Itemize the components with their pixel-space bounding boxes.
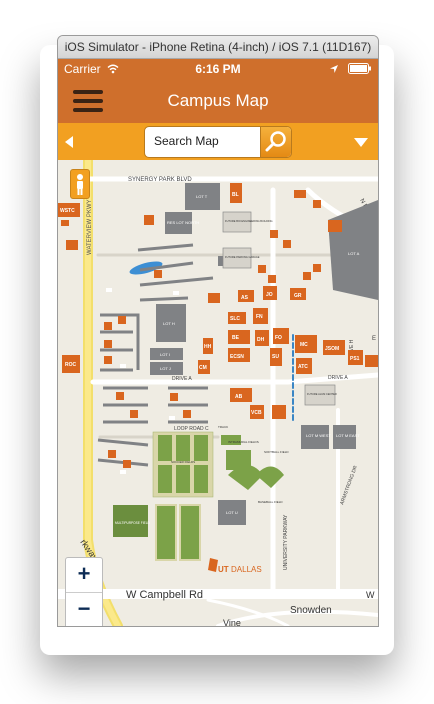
- street-view-pegman-icon[interactable]: [70, 169, 90, 199]
- bldg-dh: DH: [257, 337, 265, 343]
- bldg-atc: ATC: [298, 364, 308, 370]
- campus-map[interactable]: SYNERGY PARK BLVD WATERVIEW PKWY W Campb…: [58, 160, 378, 626]
- future-buildings: [222, 211, 336, 406]
- road-label-e: E: [372, 336, 376, 342]
- search-box: [144, 126, 292, 158]
- logo-dallas: DALLAS: [231, 565, 262, 574]
- dropdown-arrow-icon[interactable]: [354, 138, 368, 147]
- search-button[interactable]: [260, 127, 291, 157]
- lot-u-label: LOT U: [226, 510, 238, 515]
- bldg-ps1: PS1: [350, 356, 360, 362]
- bldg-ecsn: ECSN: [230, 354, 244, 360]
- road-label-drive-a2: DRIVE A: [328, 375, 348, 381]
- magnifier-icon: [265, 131, 286, 152]
- res-lot-north-label: RES LOT NORTH: [167, 220, 199, 225]
- lot-j-label: LOT J: [160, 366, 171, 371]
- bldg-jsom: JSOM: [325, 346, 339, 352]
- bldg-cm: CM: [199, 365, 207, 371]
- ut-dallas-logo: UT DALLAS: [208, 558, 262, 574]
- softball-label: SOFTBALL FIELD: [264, 450, 289, 454]
- battery-icon: [348, 63, 371, 74]
- lot-h-label: LOT H: [163, 321, 175, 326]
- road-label-w: W: [366, 590, 375, 600]
- nav-bar: Campus Map: [58, 79, 378, 123]
- road-label-armstrong: ARMSTRONG DR: [339, 465, 359, 506]
- zoom-control: + −: [65, 557, 103, 626]
- bldg-ab: AB: [235, 394, 243, 400]
- road-label-univ-pkwy: UNIVERSITY PARKWAY: [283, 514, 289, 570]
- window-title: iOS Simulator - iPhone Retina (4-inch) /…: [58, 36, 378, 59]
- bldg-hh: HH: [204, 344, 212, 350]
- location-arrow-icon: [329, 65, 338, 73]
- page-title: Campus Map: [167, 91, 269, 110]
- soccer-label: SOCCER FIELDS: [171, 460, 195, 464]
- multipurpose-label: MULTIPURPOSE FIELD: [115, 521, 151, 525]
- person-icon: [77, 174, 83, 195]
- road-label-vine: Vine: [223, 618, 241, 626]
- bldg-jo: JO: [266, 292, 273, 298]
- bldg-slc: SLC: [230, 316, 240, 322]
- logo-ut: UT: [218, 565, 229, 574]
- simulator-window: iOS Simulator - iPhone Retina (4-inch) /…: [57, 35, 379, 627]
- road-label-waterview: WATERVIEW PKWY: [87, 199, 93, 255]
- bldg-gr: GR: [294, 293, 302, 299]
- bldg-wstc: WSTC: [60, 208, 75, 214]
- road-label-campbell: W Campbell Rd: [126, 589, 203, 601]
- road-label-snowden: Snowden: [290, 605, 332, 616]
- lot-i-label: LOT I: [160, 352, 170, 357]
- bldg-roc: ROC: [65, 362, 77, 368]
- lot-a-label: LOT A: [348, 251, 360, 256]
- zoom-in-button[interactable]: +: [66, 558, 102, 592]
- road-label-synergy: SYNERGY PARK BLVD: [128, 177, 192, 183]
- road-label-drive-a1: DRIVE A: [172, 376, 192, 382]
- status-right: [329, 59, 372, 79]
- bldg-bl: BL: [232, 192, 239, 198]
- bldg-mc: MC: [300, 342, 308, 348]
- future-alum-label: FUTURE ALUM CENTER: [307, 392, 337, 396]
- search-bar: [58, 123, 378, 160]
- road-label-loop-c: LOOP ROAD C: [174, 426, 209, 432]
- track-label: TRACK: [218, 425, 228, 429]
- bldg-fn: FN: [256, 314, 263, 320]
- search-input[interactable]: [145, 127, 264, 155]
- map-canvas[interactable]: SYNERGY PARK BLVD WATERVIEW PKWY W Campb…: [58, 160, 378, 626]
- intramural-label: INTRAMURAL FIELDS: [228, 440, 259, 444]
- future-eng-label: FUTURE BIO ENGINEERING BUILDING: [225, 219, 273, 223]
- future-parking-label: FUTURE PARKING GARAGE: [225, 255, 260, 259]
- baseball-label: BASEBALL FIELD: [258, 500, 283, 504]
- athletic-fields: [113, 431, 284, 561]
- lot-t-label: LOT T: [196, 194, 208, 199]
- back-arrow-icon[interactable]: [65, 136, 73, 148]
- bldg-be: BE: [232, 335, 240, 341]
- bldg-su: SU: [272, 354, 279, 360]
- lot-m-west-label: LOT M WEST: [306, 433, 331, 438]
- zoom-out-button[interactable]: −: [66, 592, 102, 626]
- bldg-as: AS: [241, 295, 249, 301]
- lot-m-east-label: LOT M EAST: [336, 433, 360, 438]
- status-bar: Carrier 6:16 PM: [58, 59, 378, 79]
- bldg-fo: FO: [275, 335, 282, 341]
- bldg-vcb: VCB: [251, 410, 262, 416]
